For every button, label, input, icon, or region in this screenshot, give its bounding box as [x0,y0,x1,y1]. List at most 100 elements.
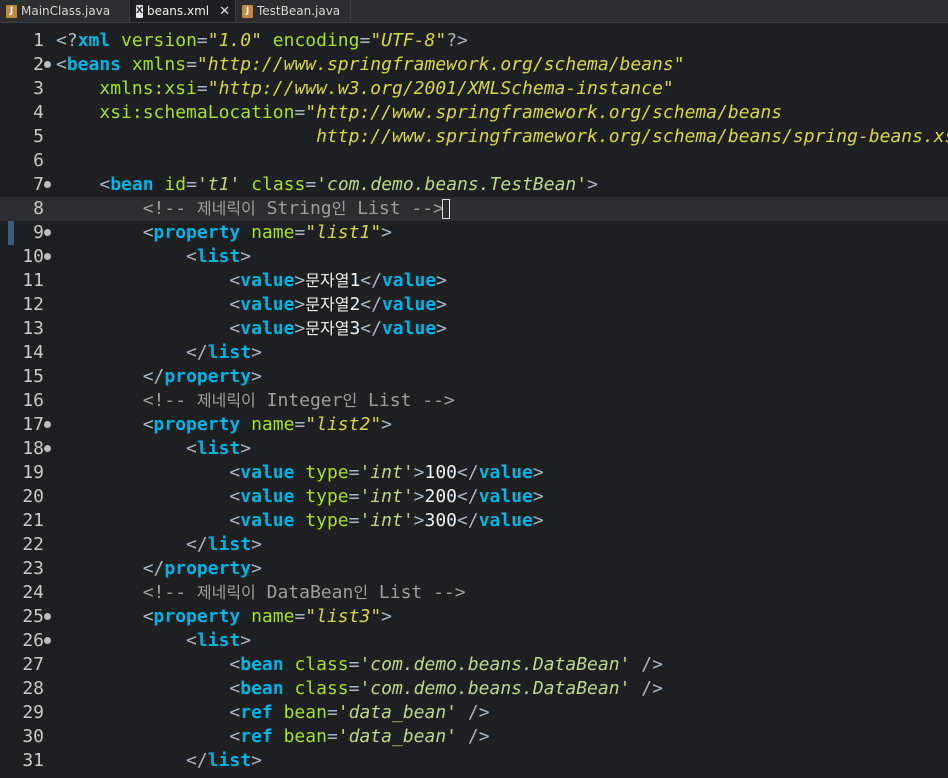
code-line[interactable]: 1 <?xml version="1.0" encoding="UTF-8"?> [0,29,948,53]
code-text: </property> [142,366,262,387]
code-line[interactable]: 22 </list> [0,533,948,557]
code-line[interactable]: 17 <property name="list2"> [0,413,948,437]
code-text: <list> [186,630,252,651]
code-line[interactable]: 19 <value type='int'>100</value> [0,461,948,485]
fold-toggle-icon[interactable] [44,421,51,428]
code-line[interactable]: 27 <bean class='com.demo.beans.DataBean'… [0,653,948,677]
code-line[interactable]: 9 <property name="list1"> [0,221,948,245]
line-number: 23 [22,558,44,579]
fold-toggle-icon[interactable] [44,181,51,188]
line-number: 5 [33,126,44,147]
code-text: </property> [142,558,262,579]
code-text: <value>문자열3</value> [229,318,447,339]
code-line[interactable]: 10 <list> [0,245,948,269]
line-number: 19 [22,462,44,483]
code-line[interactable]: 28 <bean class='com.demo.beans.DataBean'… [0,677,948,701]
code-text: <!-- 제네릭이 DataBean인 List --> [142,582,466,603]
code-line[interactable]: 29 <ref bean='data_bean' /> [0,701,948,725]
line-number: 9 [33,222,44,243]
fold-toggle-icon[interactable] [44,637,51,644]
code-text: <!-- 제네릭이 String인 List --> [56,197,450,221]
close-icon[interactable]: ✕ [219,4,230,19]
line-number: 1 [33,30,44,51]
line-number: 17 [22,414,44,435]
java-file-icon: J [242,4,253,18]
code-line[interactable]: 26 <list> [0,629,948,653]
line-number: 28 [22,678,44,699]
line-number: 14 [22,342,44,363]
code-line[interactable]: 18 <list> [0,437,948,461]
code-text: </list> [186,534,262,555]
fold-toggle-icon[interactable] [44,445,51,452]
code-line[interactable]: 2 <beans xmlns="http://www.springframewor… [0,53,948,77]
code-editor[interactable]: 1 <?xml version="1.0" encoding="UTF-8"?> 2… [0,29,948,778]
code-text: <value type='int'>300</value> [229,510,544,531]
code-line[interactable]: 20 <value type='int'>200</value> [0,485,948,509]
code-text: <property name="list2"> [142,414,392,435]
fold-toggle-icon[interactable] [44,253,51,260]
line-number: 18 [22,438,44,459]
code-line[interactable]: 11 <value>문자열1</value> [0,269,948,293]
code-line[interactable]: 16 <!-- 제네릭이 Integer인 List --> [0,389,948,413]
code-text: <list> [186,438,252,459]
tab-testbean-java[interactable]: J TestBean.java [236,0,352,22]
code-line[interactable]: 24 <!-- 제네릭이 DataBean인 List --> [0,581,948,605]
code-line[interactable]: 25 <property name="list3"> [0,605,948,629]
code-line[interactable]: 12 <value>문자열2</value> [0,293,948,317]
code-line[interactable]: 3 xmlns:xsi="http://www.w3.org/2001/XMLS… [0,77,948,101]
line-number: 24 [22,582,44,603]
code-line[interactable]: 15 </property> [0,365,948,389]
code-text: <?xml version="1.0" encoding="UTF-8"?> [56,30,468,51]
line-number: 2 [33,54,44,75]
code-text: <!-- 제네릭이 Integer인 List --> [142,390,455,411]
code-line[interactable]: 13 <value>문자열3</value> [0,317,948,341]
line-number: 11 [22,270,44,291]
line-number: 30 [22,726,44,747]
code-line[interactable]: 6 [0,149,948,173]
tab-beans-xml[interactable]: X beans.xml ✕ [130,0,236,22]
tab-mainclass-java[interactable]: J MainClass.java [0,0,130,22]
line-number: 29 [22,702,44,723]
code-line[interactable]: 23 </property> [0,557,948,581]
code-line[interactable]: 7 <bean id='t1' class='com.demo.beans.Te… [0,173,948,197]
code-text: </list> [186,342,262,363]
code-text: <bean class='com.demo.beans.DataBean' /> [229,654,663,675]
code-text: <property name="list3"> [142,606,392,627]
fold-toggle-icon[interactable] [44,613,51,620]
code-text: <beans xmlns="http://www.springframework… [56,54,685,75]
line-number: 13 [22,318,44,339]
line-number: 12 [22,294,44,315]
line-number: 4 [33,102,44,123]
tab-label: MainClass.java [21,4,111,18]
code-text: http://www.springframework.org/schema/be… [316,126,948,147]
code-line[interactable]: 31 </list> [0,749,948,773]
line-number: 15 [22,366,44,387]
code-line[interactable]: 4 xsi:schemaLocation="http://www.springf… [0,101,948,125]
line-number: 3 [33,78,44,99]
line-number: 10 [22,246,44,267]
fold-toggle-icon[interactable] [44,61,51,68]
code-text: xmlns:xsi="http://www.w3.org/2001/XMLSch… [99,78,674,99]
code-text: <bean id='t1' class='com.demo.beans.Test… [99,174,598,195]
line-number: 20 [22,486,44,507]
code-text: <ref bean='data_bean' /> [229,702,490,723]
code-line[interactable]: 5 http://www.springframework.org/schema/… [0,125,948,149]
line-number: 8 [33,198,44,219]
xml-file-icon: X [136,4,143,18]
line-number: 16 [22,390,44,411]
code-text: </list> [186,750,262,771]
line-number: 25 [22,606,44,627]
line-number: 26 [22,630,44,651]
code-text: <value type='int'>100</value> [229,462,544,483]
editor-tab-bar: J MainClass.java X beans.xml ✕ J TestBea… [0,0,948,23]
fold-toggle-icon[interactable] [44,229,51,236]
code-line[interactable]: 8 <!-- 제네릭이 String인 List --> [0,197,948,221]
code-line[interactable]: 14 </list> [0,341,948,365]
code-text: <ref bean='data_bean' /> [229,726,490,747]
code-line[interactable]: 21 <value type='int'>300</value> [0,509,948,533]
java-file-icon: J [6,4,17,18]
line-number: 31 [22,750,44,771]
code-text: xsi:schemaLocation="http://www.springfra… [99,102,783,123]
code-line[interactable]: 30 <ref bean='data_bean' /> [0,725,948,749]
line-number: 27 [22,654,44,675]
